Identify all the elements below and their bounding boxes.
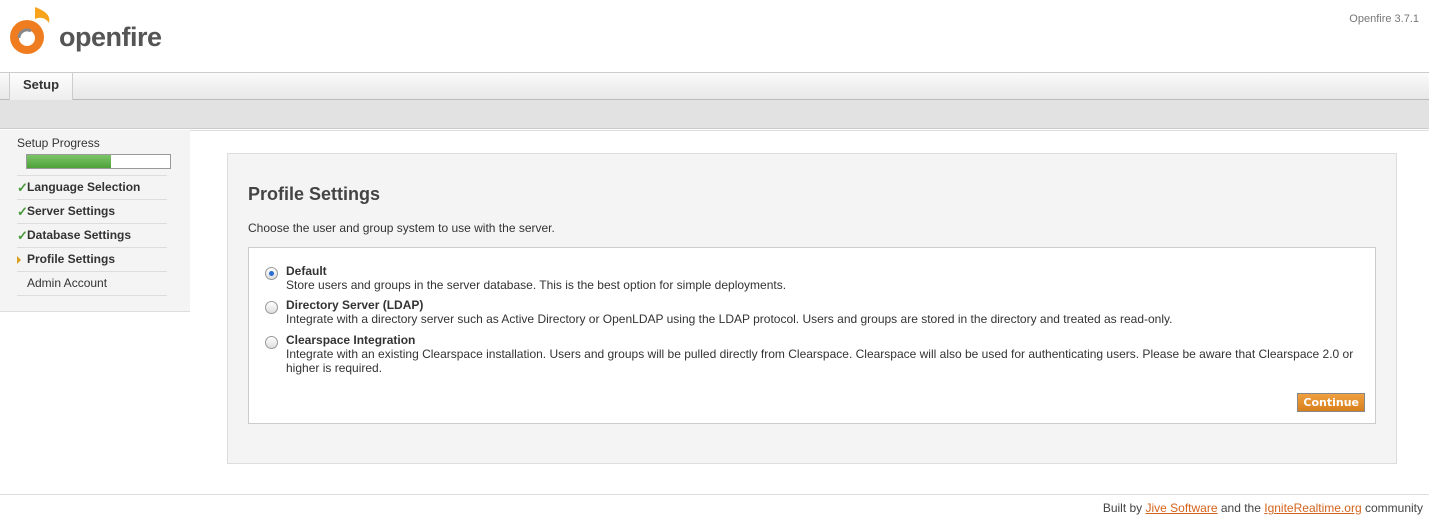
flame-logo-icon <box>10 7 50 54</box>
radio-clearspace[interactable] <box>265 336 278 349</box>
sidebar-item-admin-account: Admin Account <box>17 271 167 295</box>
logo-text: openfire <box>59 21 162 52</box>
igniterealtime-link[interactable]: IgniteRealtime.org <box>1264 501 1361 515</box>
footer-text: community <box>1361 501 1423 515</box>
setup-sidebar: Setup Progress ✓ Language Selection ✓ Serv… <box>0 130 190 312</box>
jive-software-link[interactable]: Jive Software <box>1146 501 1218 515</box>
radio-ldap[interactable] <box>265 301 278 314</box>
tab-bar: Setup <box>0 73 1429 100</box>
intro-text: Choose the user and group system to use … <box>248 221 555 235</box>
openfire-logo[interactable]: openfire <box>5 5 162 57</box>
checkmark-icon: ✓ <box>17 180 28 195</box>
setup-progress-bar <box>26 154 171 169</box>
sidebar-item-label: Server Settings <box>27 204 116 218</box>
current-step-arrow-icon <box>17 256 21 264</box>
checkmark-icon: ✓ <box>17 204 28 219</box>
version-label: Openfire 3.7.1 <box>1349 13 1419 25</box>
sidebar-item-profile-settings: Profile Settings <box>17 247 167 271</box>
sidebar-item-label: Language Selection <box>27 180 141 194</box>
setup-progress-title: Setup Progress <box>17 136 100 150</box>
footer: Built by Jive Software and the IgniteRea… <box>0 494 1429 515</box>
option-description: Integrate with a directory server such a… <box>286 312 1173 326</box>
sidebar-item-language-selection[interactable]: ✓ Language Selection <box>17 175 167 199</box>
continue-button[interactable]: Continue <box>1297 393 1365 412</box>
progress-fill <box>27 155 112 168</box>
tab-setup[interactable]: Setup <box>9 73 73 100</box>
sidebar-item-label: Profile Settings <box>27 252 116 266</box>
options-box: Default Store users and groups in the ser… <box>248 247 1376 424</box>
option-label: Clearspace Integration <box>286 333 416 347</box>
profile-settings-panel: Profile Settings Choose the user and gro… <box>227 153 1397 464</box>
footer-text: and the <box>1217 501 1265 515</box>
option-label: Default <box>286 264 327 278</box>
option-ldap[interactable]: Directory Server (LDAP) Integrate with a … <box>265 298 1172 326</box>
sidebar-item-database-settings[interactable]: ✓ Database Settings <box>17 223 167 247</box>
divider <box>17 295 167 296</box>
sidebar-item-server-settings[interactable]: ✓ Server Settings <box>17 199 167 223</box>
radio-default[interactable] <box>265 267 278 280</box>
content-divider <box>190 130 1429 131</box>
footer-text: Built by <box>1102 501 1146 515</box>
header: openfire Openfire 3.7.1 <box>0 0 1429 73</box>
sub-nav-bar <box>0 100 1429 129</box>
option-default[interactable]: Default Store users and groups in the ser… <box>265 264 786 292</box>
checkmark-icon: ✓ <box>17 228 28 243</box>
page-title: Profile Settings <box>248 184 381 204</box>
sidebar-item-label: Database Settings <box>27 228 132 242</box>
option-description: Store users and groups in the server dat… <box>286 278 787 292</box>
option-label: Directory Server (LDAP) <box>286 298 424 312</box>
option-clearspace[interactable]: Clearspace Integration Integrate with an … <box>265 333 1365 375</box>
sidebar-item-label: Admin Account <box>27 276 108 290</box>
option-description: Integrate with an existing Clearspace in… <box>286 347 1354 375</box>
